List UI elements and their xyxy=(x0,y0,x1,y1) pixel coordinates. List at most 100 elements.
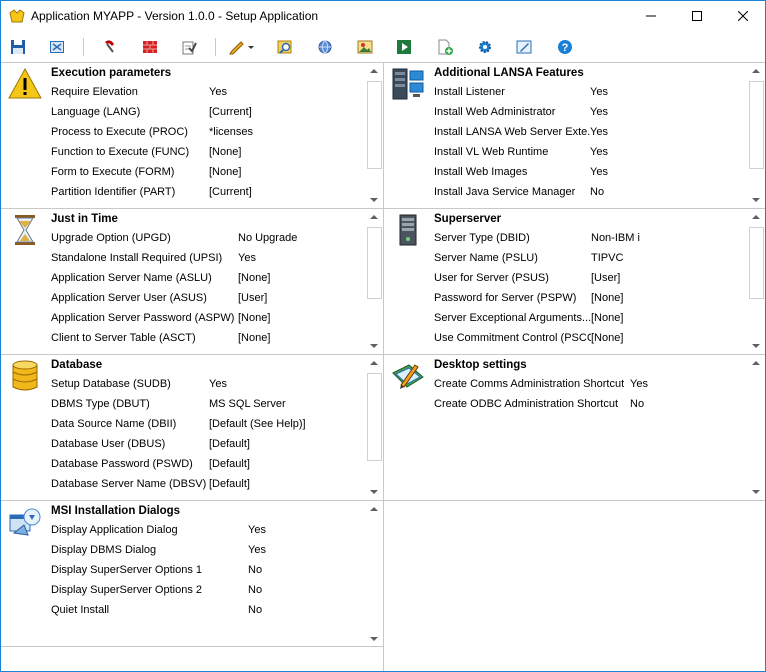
property-label: Install Java Service Manager xyxy=(434,186,576,198)
property-value[interactable]: Yes xyxy=(590,146,608,158)
scroll-up-arrow-icon[interactable] xyxy=(370,507,378,511)
scroll-thumb[interactable] xyxy=(749,227,764,299)
property-value[interactable]: Yes xyxy=(630,378,648,390)
property-value[interactable]: [Current] xyxy=(209,186,252,198)
database-panel: Database Setup Database (SUDB) Yes DBMS T… xyxy=(1,355,383,500)
title-bar[interactable]: Application MYAPP - Version 1.0.0 - Setu… xyxy=(1,1,765,31)
scroll-up-arrow-icon[interactable] xyxy=(752,69,760,73)
settings-globe-icon xyxy=(318,40,332,54)
settings-globe-button[interactable] xyxy=(314,36,336,58)
property-value[interactable]: Yes xyxy=(248,524,266,536)
property-label: Server Exceptional Arguments... xyxy=(434,312,591,324)
property-value[interactable]: Yes xyxy=(590,86,608,98)
scroll-thumb[interactable] xyxy=(367,81,382,169)
maximize-button[interactable] xyxy=(674,1,720,31)
property-value[interactable]: Non-IBM i xyxy=(591,232,640,244)
scroll-up-arrow-icon[interactable] xyxy=(370,361,378,365)
property-value[interactable]: Yes xyxy=(590,126,608,138)
find-button[interactable] xyxy=(274,36,296,58)
property-value[interactable]: [None] xyxy=(238,312,270,324)
help-button[interactable]: ? xyxy=(554,36,576,58)
property-value[interactable]: TIPVC xyxy=(591,252,623,264)
scroll-down-arrow-icon[interactable] xyxy=(752,490,760,494)
gear-button[interactable] xyxy=(474,36,496,58)
scroll-down-arrow-icon[interactable] xyxy=(370,490,378,494)
property-value[interactable]: [Default (See Help)] xyxy=(209,418,306,430)
scroll-down-arrow-icon[interactable] xyxy=(752,344,760,348)
property-value[interactable]: Yes xyxy=(209,86,227,98)
vertical-scrollbar[interactable] xyxy=(366,209,383,354)
scroll-down-arrow-icon[interactable] xyxy=(752,198,760,202)
edit-image-button[interactable] xyxy=(513,36,535,58)
scroll-thumb[interactable] xyxy=(749,81,764,169)
vertical-scrollbar[interactable] xyxy=(748,355,765,500)
checklist-icon xyxy=(182,41,197,55)
property-value[interactable]: [None] xyxy=(591,292,623,304)
property-value[interactable]: Yes xyxy=(590,166,608,178)
toolbar: ? xyxy=(1,32,765,62)
property-value[interactable]: Yes xyxy=(209,378,227,390)
vertical-scrollbar[interactable] xyxy=(366,501,383,647)
save-button[interactable] xyxy=(7,36,29,58)
pencil-dropdown-button[interactable] xyxy=(227,36,257,58)
property-value[interactable]: [Current] xyxy=(209,106,252,118)
property-value[interactable]: No xyxy=(630,398,644,410)
property-value[interactable]: MS SQL Server xyxy=(209,398,286,410)
vertical-scrollbar[interactable] xyxy=(748,63,765,208)
magnet-button[interactable] xyxy=(99,36,121,58)
scroll-thumb[interactable] xyxy=(367,373,382,461)
scroll-up-arrow-icon[interactable] xyxy=(752,361,760,365)
property-value[interactable]: [Default] xyxy=(209,458,250,470)
property-value[interactable]: [None] xyxy=(591,312,623,324)
firewall-icon xyxy=(143,41,157,53)
property-value[interactable]: Yes xyxy=(590,106,608,118)
property-value[interactable]: Yes xyxy=(238,252,256,264)
property-value[interactable]: No xyxy=(248,584,262,596)
scroll-up-arrow-icon[interactable] xyxy=(370,69,378,73)
add-document-icon xyxy=(438,39,453,55)
property-value[interactable]: [User] xyxy=(591,272,620,284)
scroll-up-arrow-icon[interactable] xyxy=(370,215,378,219)
media-play-button[interactable] xyxy=(393,36,415,58)
lansa-features-panel: Additional LANSA Features Install Listen… xyxy=(384,63,765,208)
vertical-scrollbar[interactable] xyxy=(748,209,765,354)
property-value[interactable]: No Upgrade xyxy=(238,232,297,244)
property-label: Application Server Password (ASPW) xyxy=(51,312,235,324)
property-label: Data Source Name (DBII) xyxy=(51,418,177,430)
install-package-icon xyxy=(9,508,41,536)
property-value[interactable]: No xyxy=(248,564,262,576)
property-value[interactable]: [User] xyxy=(238,292,267,304)
property-value[interactable]: Yes xyxy=(248,544,266,556)
property-value[interactable]: [None] xyxy=(238,332,270,344)
maximize-icon xyxy=(692,11,702,21)
property-value[interactable]: No xyxy=(590,186,604,198)
checklist-button[interactable] xyxy=(178,36,200,58)
property-value[interactable]: *licenses xyxy=(209,126,253,138)
property-value[interactable]: [None] xyxy=(209,146,241,158)
scroll-down-arrow-icon[interactable] xyxy=(370,198,378,202)
property-value[interactable]: No xyxy=(248,604,262,616)
property-value[interactable]: [Default] xyxy=(209,438,250,450)
scroll-down-arrow-icon[interactable] xyxy=(370,344,378,348)
close-button[interactable] xyxy=(720,1,766,31)
property-value[interactable]: [Default] xyxy=(209,478,250,490)
warning-icon xyxy=(8,67,42,99)
scroll-up-arrow-icon[interactable] xyxy=(752,215,760,219)
vertical-scrollbar[interactable] xyxy=(366,355,383,500)
window-title: Application MYAPP - Version 1.0.0 - Setu… xyxy=(31,9,319,23)
close-file-icon xyxy=(50,41,64,53)
property-value[interactable]: [None] xyxy=(209,166,241,178)
scroll-down-arrow-icon[interactable] xyxy=(370,637,378,641)
scroll-thumb[interactable] xyxy=(367,227,382,299)
vertical-scrollbar[interactable] xyxy=(366,63,383,208)
add-document-button[interactable] xyxy=(434,36,456,58)
property-value[interactable]: [None] xyxy=(238,272,270,284)
property-label: Install Listener xyxy=(434,86,505,98)
desktop-settings-panel: Desktop settings Create Comms Administra… xyxy=(384,355,765,500)
close-file-button[interactable] xyxy=(46,36,68,58)
property-label: Install VL Web Runtime xyxy=(434,146,549,158)
minimize-button[interactable] xyxy=(628,1,674,31)
image-button[interactable] xyxy=(354,36,376,58)
firewall-button[interactable] xyxy=(139,36,161,58)
property-value[interactable]: [None] xyxy=(591,332,623,344)
